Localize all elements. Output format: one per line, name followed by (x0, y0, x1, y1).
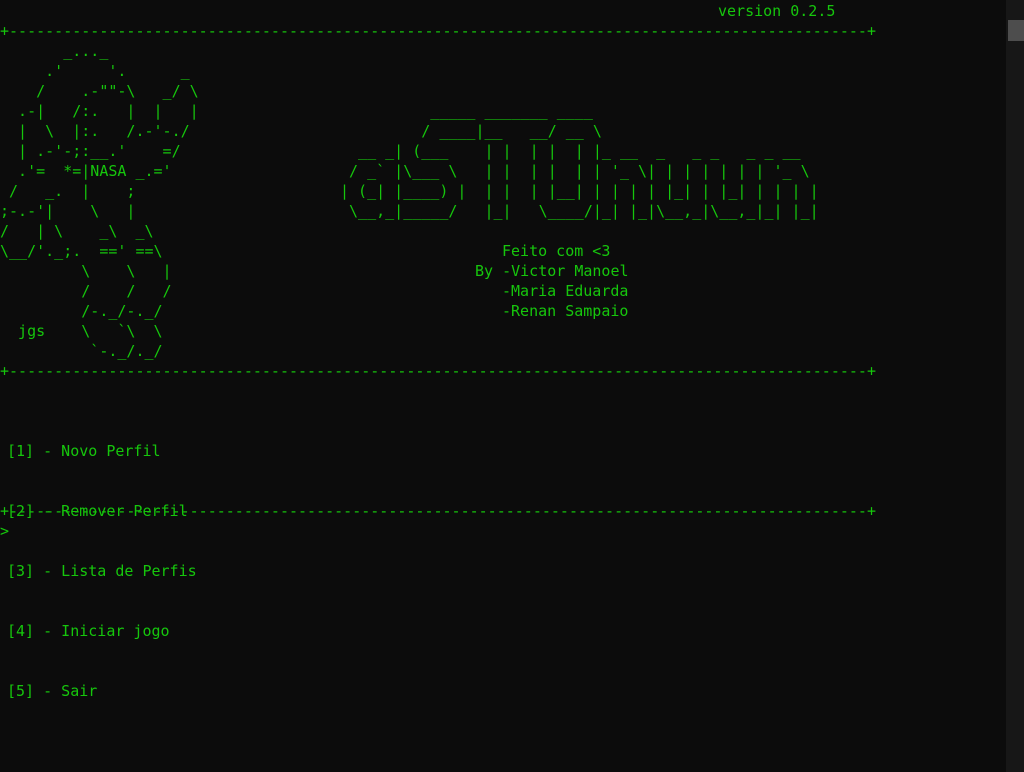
vertical-scrollbar[interactable] (1006, 0, 1024, 772)
version-label: version 0.2.5 (718, 2, 836, 20)
separator-middle: +---------------------------------------… (0, 362, 876, 380)
credits-made-with: Feito com <3 (502, 242, 611, 260)
menu-item-lista-perfis[interactable]: [3] - Lista de Perfis (7, 561, 197, 581)
astronaut-ascii-art: _..._ .' '. _ / .-""-\ _/ \ .-| /:. | | … (0, 42, 199, 360)
separator-top: +---------------------------------------… (0, 22, 876, 40)
credits-author-2: -Maria Eduarda (502, 282, 629, 300)
game-logo-ascii-art: _____ _______ ____ / ____|__ __/ __ \ __… (340, 102, 819, 220)
menu-item-iniciar-jogo[interactable]: [4] - Iniciar jogo (7, 621, 197, 641)
command-prompt[interactable]: > (0, 521, 9, 541)
separator-bottom: +---------------------------------------… (0, 502, 876, 520)
menu-item-sair[interactable]: [5] - Sair (7, 681, 197, 701)
credits-author-1: By -Victor Manoel (475, 262, 629, 280)
credits-author-3: -Renan Sampaio (502, 302, 629, 320)
scrollbar-thumb[interactable] (1008, 20, 1024, 41)
menu-item-novo-perfil[interactable]: [1] - Novo Perfil (7, 441, 197, 461)
main-menu: [1] - Novo Perfil [2] - Remover Perfil [… (7, 401, 197, 741)
terminal-window: version 0.2.5 +-------------------------… (0, 0, 1006, 772)
